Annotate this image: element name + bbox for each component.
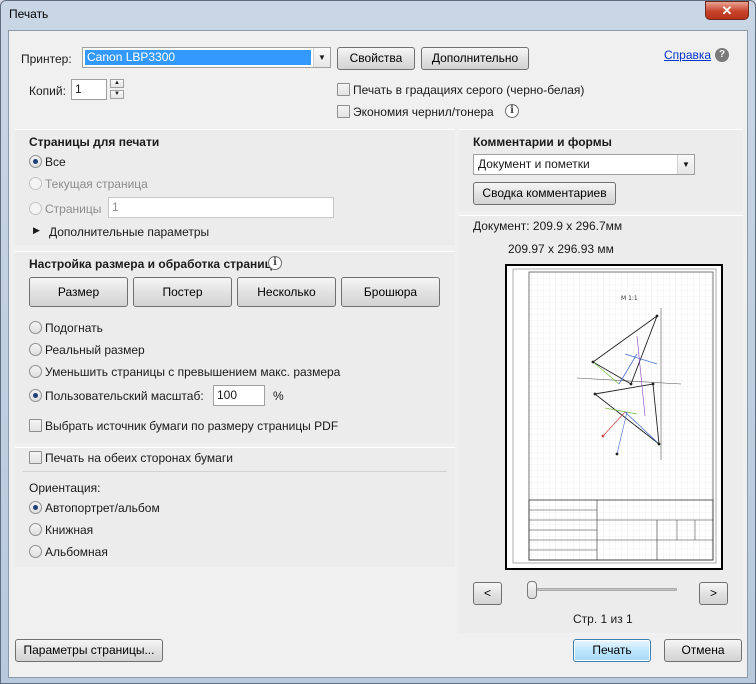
comments-heading: Комментарии и формы xyxy=(473,135,612,149)
tab-multiple[interactable]: Несколько xyxy=(237,277,336,307)
printer-select[interactable]: Canon LBP3300 ▼ xyxy=(82,47,331,68)
paper-source-label: Выбрать источник бумаги по размеру стран… xyxy=(45,419,339,433)
pages-range-input[interactable]: 1 xyxy=(108,197,334,218)
grayscale-checkbox[interactable] xyxy=(337,83,350,96)
page-size: 209.97 x 296.93 мм xyxy=(508,242,614,256)
title-bar: Печать ✕ xyxy=(1,1,755,29)
chevron-down-icon: ▼ xyxy=(677,155,694,174)
properties-button[interactable]: Свойства xyxy=(337,47,415,70)
orientation-landscape-radio[interactable] xyxy=(29,545,42,558)
fit-label: Подогнать xyxy=(45,321,103,335)
orientation-heading: Ориентация: xyxy=(29,481,101,495)
print-button[interactable]: Печать xyxy=(573,639,651,662)
page-status: Стр. 1 из 1 xyxy=(573,612,633,626)
percent-label: % xyxy=(273,389,284,403)
sizing-heading: Настройка размера и обработка страниц xyxy=(29,257,272,271)
close-button[interactable]: ✕ xyxy=(705,1,749,20)
pages-all-label: Все xyxy=(45,155,66,169)
help-link[interactable]: Справка xyxy=(664,48,711,62)
close-icon: ✕ xyxy=(721,3,733,18)
pages-range-radio[interactable] xyxy=(29,202,42,215)
advanced-button[interactable]: Дополнительно xyxy=(421,47,529,70)
help-icon[interactable]: ? xyxy=(715,48,729,62)
copies-up-button[interactable]: ▲ xyxy=(110,79,124,88)
expand-arrow-icon[interactable]: ▶ xyxy=(33,225,40,236)
next-page-button[interactable]: > xyxy=(699,582,728,605)
chevron-down-icon: ▼ xyxy=(313,48,330,67)
copies-label: Копий: xyxy=(29,84,66,98)
paper-source-checkbox[interactable] xyxy=(29,419,42,432)
duplex-checkbox[interactable] xyxy=(29,451,42,464)
copies-down-button[interactable]: ▼ xyxy=(110,90,124,99)
orientation-portrait-label: Книжная xyxy=(45,523,94,537)
custom-scale-input[interactable]: 100 xyxy=(213,385,265,406)
orientation-auto-label: Автопортрет/альбом xyxy=(45,501,160,515)
save-ink-label: Экономия чернил/тонера xyxy=(353,105,494,119)
pages-heading: Страницы для печати xyxy=(29,135,160,149)
orientation-portrait-radio[interactable] xyxy=(29,523,42,536)
fit-radio[interactable] xyxy=(29,321,42,334)
pages-all-radio[interactable] xyxy=(29,155,42,168)
drawing-title: М 1:1 xyxy=(621,295,638,302)
tab-booklet[interactable]: Брошюра xyxy=(341,277,440,307)
page-setup-button[interactable]: Параметры страницы... xyxy=(15,639,163,662)
cancel-button[interactable]: Отмена xyxy=(664,639,742,662)
window-title: Печать xyxy=(9,7,49,21)
pages-range-label: Страницы xyxy=(45,202,102,216)
zoom-slider-track[interactable] xyxy=(533,588,677,591)
comments-select[interactable]: Документ и пометки ▼ xyxy=(473,154,695,175)
dialog-client: Принтер: Canon LBP3300 ▼ Свойства Дополн… xyxy=(8,30,748,678)
info-icon[interactable]: i xyxy=(505,104,519,118)
prev-page-button[interactable]: < xyxy=(473,582,502,605)
document-size: Документ: 209.9 x 296.7мм xyxy=(473,219,623,233)
actual-size-label: Реальный размер xyxy=(45,343,145,357)
more-options-label[interactable]: Дополнительные параметры xyxy=(49,225,209,239)
tab-size[interactable]: Размер xyxy=(29,277,128,307)
pages-current-radio[interactable] xyxy=(29,177,42,190)
duplex-label: Печать на обеих сторонах бумаги xyxy=(45,451,233,465)
shrink-radio[interactable] xyxy=(29,365,42,378)
comments-value: Документ и пометки xyxy=(478,157,590,171)
custom-scale-label: Пользовательский масштаб: xyxy=(45,389,204,403)
shrink-label: Уменьшить страницы с превышением макс. р… xyxy=(45,365,341,379)
actual-size-radio[interactable] xyxy=(29,343,42,356)
orientation-auto-radio[interactable] xyxy=(29,501,42,514)
zoom-slider-thumb[interactable] xyxy=(527,581,537,599)
orientation-landscape-label: Альбомная xyxy=(45,545,108,559)
page-preview: М 1:1 xyxy=(505,264,723,570)
save-ink-checkbox[interactable] xyxy=(337,105,350,118)
comments-summary-button[interactable]: Сводка комментариев xyxy=(473,182,616,205)
tab-poster[interactable]: Постер xyxy=(133,277,232,307)
print-dialog: Печать ✕ Принтер: Canon LBP3300 ▼ Свойст… xyxy=(0,0,756,684)
copies-input[interactable]: 1 xyxy=(71,79,107,100)
printer-label: Принтер: xyxy=(21,52,72,66)
custom-scale-radio[interactable] xyxy=(29,389,42,402)
grayscale-label: Печать в градациях серого (черно-белая) xyxy=(353,83,585,97)
drawing-preview: М 1:1 xyxy=(512,268,717,564)
info-icon[interactable]: i xyxy=(268,256,282,270)
divider xyxy=(23,471,447,472)
printer-value: Canon LBP3300 xyxy=(85,50,311,65)
pages-current-label: Текущая страница xyxy=(45,177,148,191)
